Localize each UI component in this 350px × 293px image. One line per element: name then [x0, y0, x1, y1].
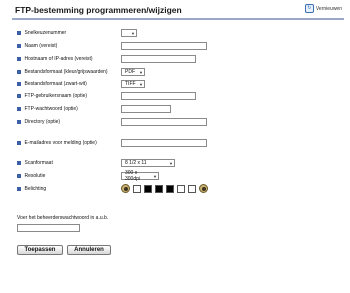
row-format-bw: Bestandsformaat (zwart-wit) [17, 81, 117, 87]
refresh-icon: ↻ [304, 4, 314, 13]
scan-size-select[interactable]: 8 1/2 x 11 ▼ [121, 159, 175, 167]
bullet-icon [17, 31, 21, 35]
exposure-swatch[interactable] [177, 184, 185, 193]
apply-button[interactable]: Toepassen [17, 245, 63, 255]
chevron-down-icon: ▼ [139, 81, 143, 87]
refresh-label: Vernieuwen [315, 5, 342, 12]
label-name: Naam (vereist) [24, 43, 58, 49]
label-ftp-user: FTP-gebruikersnaam (optie) [24, 93, 88, 99]
row-hostname: Hostnaam of IP-adres (vereist) [17, 56, 117, 62]
label-resolution: Resolutie [24, 173, 46, 179]
page-title: FTP-bestemming programmeren/wijzigen [15, 5, 182, 15]
bullet-icon [17, 94, 21, 98]
admin-password-label: Voer het beheerderswachtwoord in a.u.b. [17, 215, 109, 221]
label-format-color: Bestandsformaat (kleur/grijswaarden) [24, 69, 108, 75]
bullet-icon [17, 141, 21, 145]
exposure-swatch[interactable] [133, 184, 141, 193]
label-directory: Directory (optie) [24, 119, 61, 125]
title-divider [12, 18, 344, 20]
row-directory: Directory (optie) [17, 119, 117, 125]
row-scan-size: Scanformaat [17, 160, 117, 166]
row-ftp-user: FTP-gebruikersnaam (optie) [17, 93, 117, 99]
exposure-swatch[interactable] [155, 184, 163, 193]
exposure-swatch[interactable] [166, 184, 174, 193]
label-scan-size: Scanformaat [24, 160, 53, 166]
admin-password-input[interactable] [17, 224, 80, 232]
row-email: E-mailadres voor melding (optie) [17, 140, 117, 146]
row-ftp-password: FTP-wachtwoord (optie) [17, 106, 117, 112]
row-quick-dial: Snelkeuzenummer [17, 30, 117, 36]
bullet-icon [17, 187, 21, 191]
exposure-swatch[interactable] [188, 184, 196, 193]
bullet-icon [17, 82, 21, 86]
quick-dial-select[interactable]: ▼ [121, 29, 137, 37]
bullet-icon [17, 161, 21, 165]
bullet-icon [17, 107, 21, 111]
chevron-down-icon: ▼ [153, 173, 157, 179]
label-format-bw: Bestandsformaat (zwart-wit) [24, 81, 87, 87]
colour-picker-icon[interactable] [199, 184, 208, 193]
chevron-down-icon: ▼ [169, 160, 173, 166]
format-color-select[interactable]: PDF ▼ [121, 68, 145, 76]
bullet-icon [17, 70, 21, 74]
bullet-icon [17, 174, 21, 178]
label-ftp-password: FTP-wachtwoord (optie) [24, 106, 78, 112]
label-quick-dial: Snelkeuzenummer [24, 30, 67, 36]
chevron-down-icon: ▼ [139, 69, 143, 75]
label-exposure: Belichting [24, 186, 47, 192]
chevron-down-icon: ▼ [131, 30, 135, 36]
email-input[interactable] [121, 139, 207, 147]
page: FTP-bestemming programmeren/wijzigen ↻ V… [0, 0, 350, 293]
exposure-control [121, 184, 208, 193]
cancel-button[interactable]: Annuleren [67, 245, 111, 255]
row-exposure: Belichting [17, 186, 117, 192]
label-hostname: Hostnaam of IP-adres (vereist) [24, 56, 93, 62]
hostname-input[interactable] [121, 55, 196, 63]
resolution-select[interactable]: 300 x 300dpi ▼ [121, 170, 159, 182]
bullet-icon [17, 120, 21, 124]
refresh-link[interactable]: ↻ Vernieuwen [304, 4, 342, 13]
exposure-swatch[interactable] [144, 184, 152, 193]
bullet-icon [17, 57, 21, 61]
label-email: E-mailadres voor melding (optie) [24, 140, 97, 146]
name-input[interactable] [121, 42, 207, 50]
row-format-color: Bestandsformaat (kleur/grijswaarden) [17, 69, 117, 75]
row-resolution: Resolutie [17, 173, 117, 179]
colour-picker-icon[interactable] [121, 184, 130, 193]
bullet-icon [17, 44, 21, 48]
row-name: Naam (vereist) [17, 43, 117, 49]
ftp-user-input[interactable] [121, 92, 196, 100]
directory-input[interactable] [121, 118, 207, 126]
format-bw-select[interactable]: TIFF ▼ [121, 80, 145, 88]
ftp-password-input[interactable] [121, 105, 171, 113]
